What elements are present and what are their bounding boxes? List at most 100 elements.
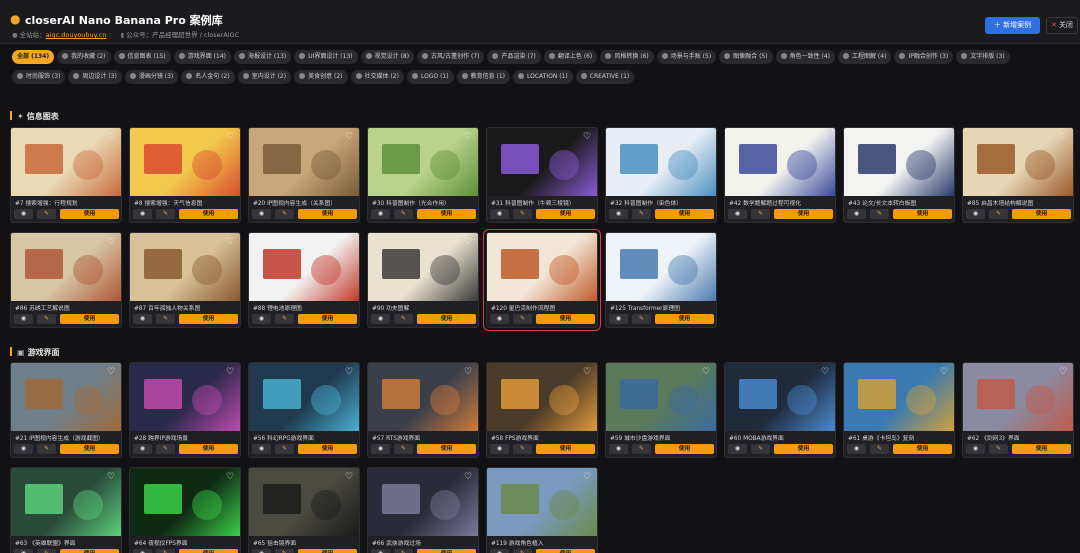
filter-chip[interactable]: 室内设计 (2) [237,70,292,84]
use-button[interactable]: 使用 [893,209,952,219]
case-thumbnail[interactable] [11,363,121,431]
use-button[interactable]: 使用 [774,444,833,454]
pencil-icon[interactable]: ✎ [156,209,175,219]
case-card[interactable]: ♡ #21 IP图视内容生成（游戏截图） ◉ ✎ 使用 [10,362,122,458]
pencil-icon[interactable]: ✎ [751,444,770,454]
case-card[interactable]: ♡ #59 城市沙盘游戏界面 ◉ ✎ 使用 [605,362,717,458]
eye-icon[interactable]: ◉ [14,314,33,324]
case-thumbnail[interactable] [963,363,1073,431]
heart-icon[interactable]: ♡ [225,132,235,142]
eye-icon[interactable]: ◉ [371,549,390,553]
case-card[interactable]: ♡ #65 狙击镜界面 ◉ ✎ 使用 [248,467,360,553]
filter-chip[interactable]: 名人金句 (2) [181,70,235,84]
pencil-icon[interactable]: ✎ [37,314,56,324]
case-thumbnail[interactable] [130,363,240,431]
case-card[interactable]: ♡ #20 IP图视内容生成（关系图） ◉ ✎ 使用 [248,127,360,223]
case-thumbnail[interactable] [487,363,597,431]
filter-chip[interactable]: 漫画分镜 (3) [124,70,179,84]
pencil-icon[interactable]: ✎ [156,549,175,553]
eye-icon[interactable]: ◉ [609,444,628,454]
heart-icon[interactable]: ♡ [582,132,592,142]
case-card[interactable]: ♡ #57 RTS游戏界面 ◉ ✎ 使用 [367,362,479,458]
pencil-icon[interactable]: ✎ [513,549,532,553]
pencil-icon[interactable]: ✎ [37,209,56,219]
eye-icon[interactable]: ◉ [490,209,509,219]
filter-chip[interactable]: 图像融合 (5) [719,50,773,64]
pencil-icon[interactable]: ✎ [275,444,294,454]
use-button[interactable]: 使用 [179,209,238,219]
filter-chip[interactable]: 周边设计 (3) [68,70,122,84]
eye-icon[interactable]: ◉ [490,314,509,324]
case-card[interactable]: ♡ #85 启昌木塔结构解说图 ◉ ✎ 使用 [962,127,1074,223]
filter-chip[interactable]: 教育信息 (1) [456,70,511,84]
pencil-icon[interactable]: ✎ [632,209,651,219]
pencil-icon[interactable]: ✎ [513,209,532,219]
filter-chip[interactable]: 产品渲染 (7) [487,50,541,64]
filter-chip[interactable]: 全部 (134) [12,50,55,64]
case-thumbnail[interactable] [606,363,716,431]
pencil-icon[interactable]: ✎ [37,444,56,454]
pencil-icon[interactable]: ✎ [870,209,889,219]
filter-chip[interactable]: 时尚服饰 (3) [12,70,66,84]
filter-chip[interactable]: 美食创意 (2) [294,70,348,84]
use-button[interactable]: 使用 [60,314,119,324]
use-button[interactable]: 使用 [417,314,476,324]
case-card[interactable]: ♡ #28 跨界IP游戏场景 ◉ ✎ 使用 [129,362,241,458]
case-thumbnail[interactable] [368,233,478,301]
use-button[interactable]: 使用 [655,314,714,324]
eye-icon[interactable]: ◉ [609,314,628,324]
heart-icon[interactable]: ♡ [939,367,949,377]
eye-icon[interactable]: ◉ [966,444,985,454]
case-card[interactable]: ♡ #42 数学题解题过程可视化 ◉ ✎ 使用 [724,127,836,223]
heart-icon[interactable]: ♡ [106,132,116,142]
case-card[interactable]: ♡ #31 科普图制作（牛顿三棱镜） ◉ ✎ 使用 [486,127,598,223]
heart-icon[interactable]: ♡ [701,367,711,377]
heart-icon[interactable]: ♡ [344,367,354,377]
case-card[interactable]: ♡ #90 功夫图解 ◉ ✎ 使用 [367,232,479,328]
pencil-icon[interactable]: ✎ [37,549,56,553]
close-button[interactable]: ✕ 关闭 [1046,17,1078,34]
case-card[interactable]: ♡ #119 游戏角色植入 ◉ ✎ 使用 [486,467,598,553]
pencil-icon[interactable]: ✎ [513,314,532,324]
filter-chip[interactable]: CREATIVE (1) [575,70,635,84]
eye-icon[interactable]: ◉ [133,209,152,219]
case-thumbnail[interactable] [725,128,835,196]
pencil-icon[interactable]: ✎ [156,444,175,454]
case-thumbnail[interactable] [844,128,954,196]
heart-icon[interactable]: ♡ [106,367,116,377]
case-thumbnail[interactable] [487,233,597,301]
use-button[interactable]: 使用 [179,314,238,324]
pencil-icon[interactable]: ✎ [989,444,1008,454]
heart-icon[interactable]: ♡ [106,472,116,482]
filter-chip[interactable]: 信息图表 (15) [113,50,171,64]
heart-icon[interactable]: ♡ [344,237,354,247]
use-button[interactable]: 使用 [536,549,595,553]
filter-chip[interactable]: 海报设计 (13) [234,50,292,64]
case-card[interactable]: ♡ #86 苏绣工艺解说图 ◉ ✎ 使用 [10,232,122,328]
case-thumbnail[interactable] [249,468,359,536]
case-thumbnail[interactable] [963,128,1073,196]
heart-icon[interactable]: ♡ [582,367,592,377]
use-button[interactable]: 使用 [179,444,238,454]
eye-icon[interactable]: ◉ [14,209,33,219]
filter-chip[interactable]: 我的收藏 (2) [57,50,111,64]
heart-icon[interactable]: ♡ [225,237,235,247]
use-button[interactable]: 使用 [417,209,476,219]
pencil-icon[interactable]: ✎ [751,209,770,219]
heart-icon[interactable]: ♡ [1058,132,1068,142]
case-card[interactable]: ♡ #66 武侠游戏过场 ◉ ✎ 使用 [367,467,479,553]
case-card[interactable]: ♡ #125 Transformer原理图 ◉ ✎ 使用 [605,232,717,328]
use-button[interactable]: 使用 [298,549,357,553]
case-thumbnail[interactable] [487,128,597,196]
case-thumbnail[interactable] [606,233,716,301]
case-card[interactable]: ♡ #30 科普图制作（光合作用） ◉ ✎ 使用 [367,127,479,223]
pencil-icon[interactable]: ✎ [870,444,889,454]
case-card[interactable]: ♡ #60 MOBA游戏界面 ◉ ✎ 使用 [724,362,836,458]
use-button[interactable]: 使用 [655,444,714,454]
eye-icon[interactable]: ◉ [252,549,271,553]
use-button[interactable]: 使用 [536,444,595,454]
case-thumbnail[interactable] [130,468,240,536]
eye-icon[interactable]: ◉ [14,444,33,454]
case-thumbnail[interactable] [11,468,121,536]
filter-chip[interactable]: LOCATION (1) [513,70,573,84]
